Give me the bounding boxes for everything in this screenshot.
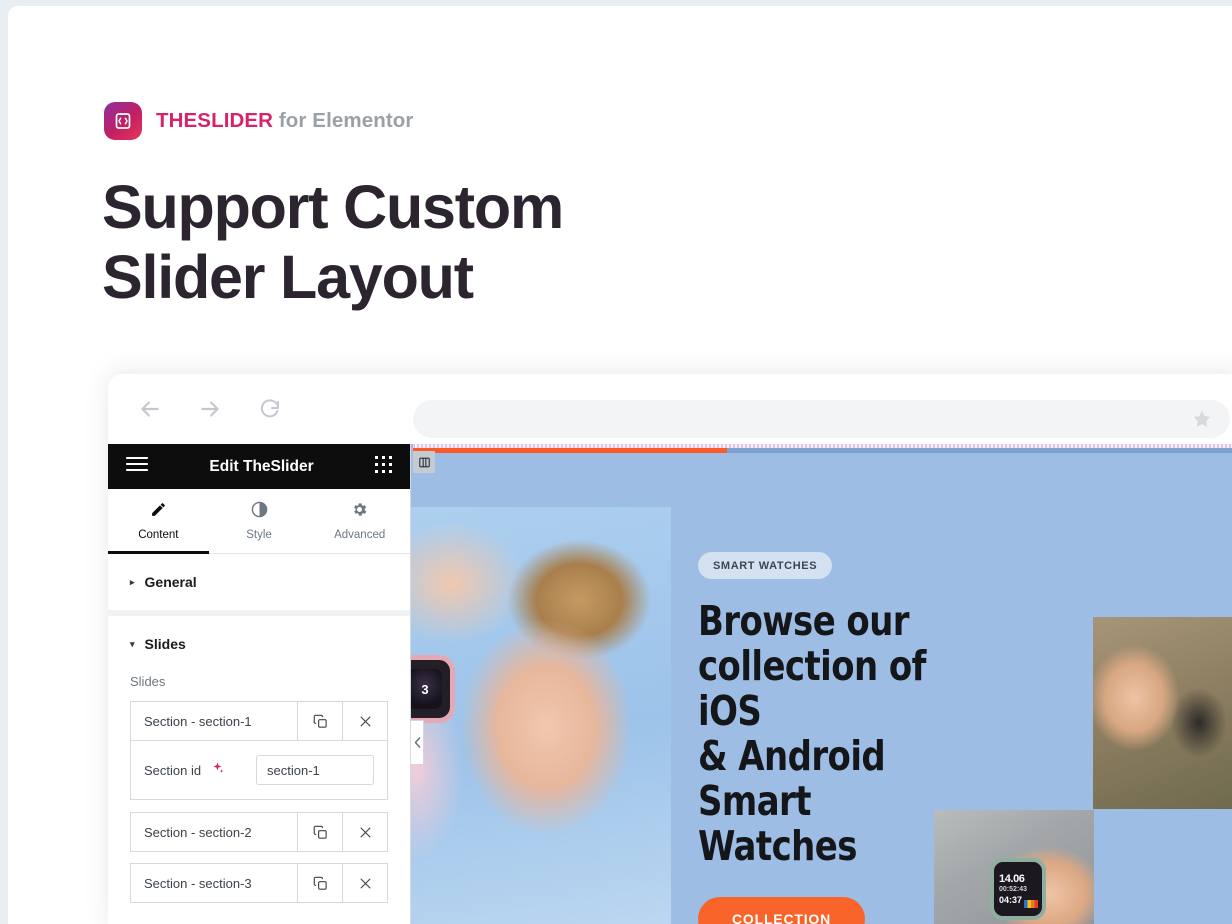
tab-style[interactable]: Style	[209, 489, 310, 553]
close-icon[interactable]	[342, 702, 387, 740]
half-circle-icon	[251, 501, 268, 521]
elementor-panel: Edit TheSlider Content Style Advanced ▸ …	[108, 444, 411, 924]
chevron-left-icon[interactable]	[411, 720, 424, 765]
slides-field-label: Slides	[130, 674, 166, 689]
tab-advanced[interactable]: Advanced	[309, 489, 410, 553]
duplicate-icon[interactable]	[297, 702, 342, 740]
watch-time: 14.06	[999, 873, 1025, 885]
hand-outdoor-photo	[1093, 617, 1232, 809]
brand-row: THESLIDER for Elementor	[104, 102, 413, 140]
watch-bars-icon	[1024, 900, 1038, 908]
section-id-input[interactable]	[256, 755, 374, 785]
smartwatch-face: 3	[408, 669, 442, 709]
brand-name-strong: THESLIDER	[156, 109, 274, 132]
chevron-right-icon: ▸	[130, 576, 135, 587]
arrow-right-icon[interactable]	[190, 389, 230, 429]
tab-content-label: Content	[138, 529, 179, 541]
slider-logo-icon	[104, 102, 142, 140]
arrow-left-icon[interactable]	[130, 389, 170, 429]
status-badge: SMART WATCHES	[698, 552, 833, 579]
grid-apps-icon[interactable]	[375, 455, 392, 478]
section-id-label: Section id	[144, 762, 202, 778]
watch-line-2: 00:52:43	[999, 886, 1028, 893]
section-general-label: General	[144, 574, 197, 590]
sparkle-icon[interactable]	[211, 761, 225, 780]
tab-content[interactable]: Content	[108, 489, 209, 554]
section-general[interactable]: ▸ General	[108, 554, 410, 616]
repeater-item-title: Section - section-1	[144, 713, 252, 729]
slider-progress-fill	[413, 448, 728, 453]
duplicate-icon[interactable]	[297, 864, 342, 902]
smartwatch-device-small: 14.06 00:52:43 04:37	[990, 858, 1046, 920]
column-handle-icon[interactable]	[413, 451, 435, 473]
address-bar[interactable]	[413, 400, 1230, 438]
chevron-down-icon: ▾	[130, 638, 135, 649]
brand-name: THESLIDER for Elementor	[156, 109, 413, 133]
watch-line-3: 04:37	[999, 895, 1023, 905]
repeater-item-body: Section id	[130, 741, 388, 800]
slide-text-block: SMART WATCHES Browse our collection of i…	[698, 552, 998, 924]
panel-title: Edit TheSlider	[209, 457, 314, 475]
duplicate-icon[interactable]	[297, 813, 342, 851]
gear-icon	[351, 501, 368, 521]
page-title: Support Custom Slider Layout	[102, 173, 564, 311]
star-icon[interactable]	[1192, 409, 1212, 434]
list-item[interactable]: Section - section-1	[130, 701, 388, 741]
tab-style-label: Style	[246, 529, 272, 541]
section-slides-label: Slides	[144, 636, 186, 652]
list-item[interactable]: Section - section-3	[130, 863, 388, 903]
panel-header: Edit TheSlider	[108, 444, 410, 489]
tab-advanced-label: Advanced	[334, 529, 386, 541]
panel-tabs: Content Style Advanced	[108, 489, 410, 554]
close-icon[interactable]	[342, 864, 387, 902]
reload-icon[interactable]	[250, 389, 290, 429]
collection-button[interactable]: COLLECTION	[698, 897, 865, 924]
repeater-item-title: Section - section-2	[144, 824, 252, 840]
close-icon[interactable]	[342, 813, 387, 851]
repeater-item-title: Section - section-3	[144, 875, 252, 891]
hamburger-menu-icon[interactable]	[125, 456, 149, 477]
section-slides[interactable]: ▾ Slides	[108, 616, 410, 656]
slide-heading: Browse our collection of iOS & Android S…	[698, 597, 926, 870]
page-card: THESLIDER for Elementor Support Custom S…	[8, 6, 1232, 924]
brand-name-soft: for Elementor	[273, 109, 414, 132]
slider-progress-track[interactable]	[413, 448, 1232, 453]
browser-toolbar	[108, 374, 1232, 444]
list-item[interactable]: Section - section-2	[130, 812, 388, 852]
slides-repeater: Slides Section - section-1 Section id se…	[108, 674, 410, 903]
pencil-icon	[150, 501, 167, 521]
